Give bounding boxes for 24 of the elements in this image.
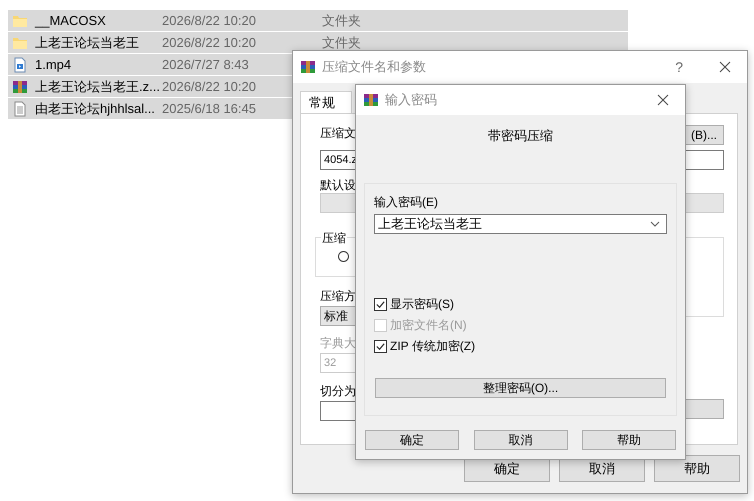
file-type: 文件夹 <box>322 34 361 52</box>
file-type: 文件夹 <box>322 12 361 30</box>
field-label: 字典大 <box>320 335 356 351</box>
file-date: 2026/7/27 8:43 <box>162 57 249 72</box>
field-label: 默认设 <box>320 177 356 193</box>
file-name: 上老王论坛当老王.z... <box>35 78 161 96</box>
window-title: 压缩文件名和参数 <box>322 58 426 76</box>
file-date: 2025/6/18 16:45 <box>162 101 256 116</box>
file-date: 2026/8/22 10:20 <box>162 79 256 94</box>
window-title: 输入密码 <box>385 91 437 109</box>
file-name: 由老王论坛hjhhlsal... <box>35 100 156 118</box>
checkbox-label: ZIP 传统加密(Z) <box>390 338 476 354</box>
checkbox-label: 加密文件名(N) <box>390 316 467 334</box>
field-label: 压缩文 <box>320 125 356 141</box>
file-name: 上老王论坛当老王 <box>35 34 140 52</box>
field-label: 切分为 <box>320 383 356 399</box>
field-label: 压缩方 <box>320 288 356 304</box>
file-date: 2026/8/22 10:20 <box>162 35 256 50</box>
file-name: 1.mp4 <box>35 57 72 72</box>
file-name: __MACOSX <box>35 13 107 28</box>
dialog-heading: 带密码压缩 <box>488 128 553 144</box>
file-date: 2026/8/22 10:20 <box>162 13 256 28</box>
checkbox-label: 显示密码(S) <box>390 296 454 312</box>
field-label: 输入密码(E) <box>374 194 438 210</box>
